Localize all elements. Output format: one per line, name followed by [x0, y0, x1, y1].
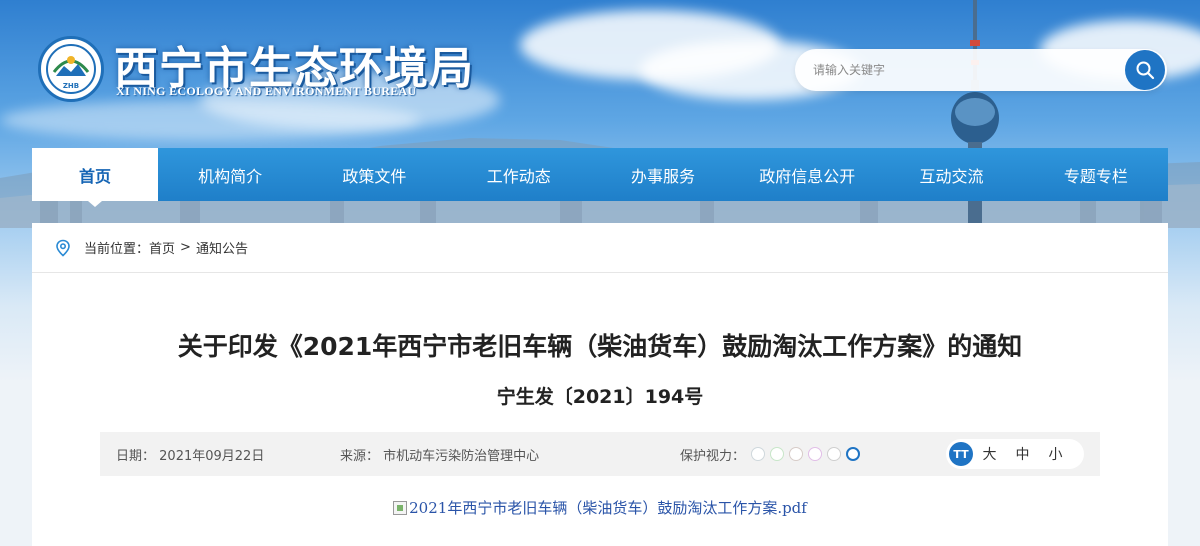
- attachment: 2021年西宁市老旧车辆（柴油货车）鼓励淘汰工作方案.pdf: [32, 497, 1168, 518]
- content-panel: 当前位置： 首页 > 通知公告 关于印发《2021年西宁市老旧车辆（柴油货车）鼓…: [32, 223, 1168, 546]
- search-button[interactable]: [1125, 50, 1165, 90]
- breadcrumb-home-link[interactable]: 首页: [149, 238, 175, 257]
- nav-item-services[interactable]: 办事服务: [591, 148, 735, 201]
- source-value: 市机动车污染防治管理中心: [383, 448, 540, 464]
- nav-item-topics[interactable]: 专题专栏: [1024, 148, 1168, 201]
- breadcrumb-separator: >: [180, 240, 191, 255]
- nav-item-policies[interactable]: 政策文件: [302, 148, 446, 201]
- site-subtitle: XI NING ECOLOGY AND ENVIRONMENT BUREAU: [116, 84, 417, 98]
- nav-item-home[interactable]: 首页: [32, 148, 158, 207]
- eye-color-option[interactable]: [808, 447, 823, 461]
- eye-color-options: [751, 447, 865, 461]
- nav-item-interaction[interactable]: 互动交流: [879, 148, 1023, 201]
- date-value: 2021年09月22日: [159, 448, 265, 464]
- eye-color-option[interactable]: [827, 447, 842, 461]
- eye-protection-label: 保护视力：: [680, 448, 746, 464]
- eye-color-option[interactable]: [770, 447, 785, 461]
- font-size-icon: TT: [949, 442, 973, 466]
- attachment-link[interactable]: 2021年西宁市老旧车辆（柴油货车）鼓励淘汰工作方案.pdf: [393, 499, 807, 517]
- document-number: 宁生发〔2021〕194号: [496, 386, 704, 408]
- breadcrumb: 当前位置： 首页 > 通知公告: [32, 223, 1168, 273]
- breadcrumb-prefix: 当前位置：: [84, 242, 150, 257]
- publish-date: 日期： 2021年09月22日: [116, 445, 264, 464]
- nav-item-news[interactable]: 工作动态: [447, 148, 591, 201]
- eye-protection: 保护视力：: [680, 445, 865, 464]
- eye-color-option[interactable]: [789, 447, 804, 461]
- source-label: 来源：: [340, 448, 380, 464]
- location-pin-icon: [56, 239, 70, 257]
- breadcrumb-current-link[interactable]: 通知公告: [196, 238, 248, 257]
- site-logo[interactable]: ZHB: [38, 36, 104, 102]
- eye-color-option[interactable]: [751, 447, 766, 461]
- article-meta-bar: 日期： 2021年09月22日 来源： 市机动车污染防治管理中心 保护视力： T…: [100, 432, 1100, 476]
- font-size-medium[interactable]: 中: [1006, 444, 1039, 464]
- attachment-filename: 2021年西宁市老旧车辆（柴油货车）鼓励淘汰工作方案.pdf: [409, 499, 807, 517]
- main-nav: 首页 机构简介 政策文件 工作动态 办事服务 政府信息公开 互动交流 专题专栏: [32, 148, 1168, 207]
- font-size-large[interactable]: 大: [973, 444, 1006, 464]
- search-box: [795, 49, 1167, 91]
- search-icon: [1136, 61, 1155, 80]
- date-label: 日期：: [116, 448, 156, 464]
- font-size-switcher: TT 大 中 小: [946, 439, 1084, 469]
- file-icon: [393, 501, 408, 515]
- search-input[interactable]: [813, 60, 1103, 80]
- emblem-icon: ZHB: [46, 44, 96, 94]
- article-title: 关于印发《2021年西宁市老旧车辆（柴油货车）鼓励淘汰工作方案》的通知: [177, 332, 1023, 361]
- font-size-small[interactable]: 小: [1039, 444, 1072, 464]
- article-source: 来源： 市机动车污染防治管理中心: [340, 445, 539, 464]
- eye-color-option[interactable]: [846, 447, 861, 461]
- nav-item-gov-info[interactable]: 政府信息公开: [735, 148, 879, 201]
- nav-item-about[interactable]: 机构简介: [158, 148, 302, 201]
- logo-text: ZHB: [63, 82, 79, 90]
